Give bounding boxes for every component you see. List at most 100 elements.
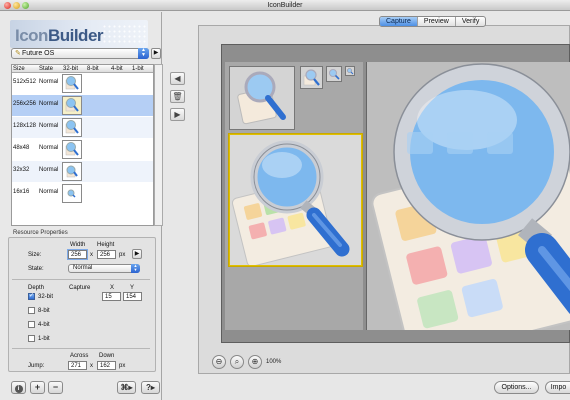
- cell-256-selected[interactable]: [229, 134, 362, 267]
- capture-y-label: Y: [130, 285, 135, 291]
- app-logo: IconBuilder: [10, 20, 148, 48]
- cell-48[interactable]: [300, 66, 323, 89]
- tab-preview[interactable]: Preview: [418, 17, 456, 26]
- col-size[interactable]: Size: [13, 65, 25, 73]
- col-1bit[interactable]: 1-bit: [132, 65, 144, 73]
- magnifier-icon: ⌕: [234, 357, 240, 366]
- table-row[interactable]: 16x16 Normal: [12, 183, 153, 204]
- pencil-icon: ✎: [15, 50, 21, 57]
- row-state: Normal: [39, 123, 59, 129]
- help-menu-icon: ?▸: [146, 383, 155, 392]
- move-right-button[interactable]: ▶: [170, 108, 185, 121]
- tab-verify[interactable]: Verify: [456, 17, 486, 26]
- cell-512[interactable]: [229, 66, 295, 130]
- tab-capture[interactable]: Capture: [380, 17, 418, 26]
- resource-table: Size State 32-bit 8-bit 4-bit 1-bit 512x…: [11, 64, 163, 226]
- delete-button[interactable]: 🗑: [170, 90, 185, 103]
- unit-label: px: [119, 252, 126, 258]
- minimize-window-button[interactable]: [13, 2, 20, 9]
- os-next-button[interactable]: ▶: [151, 48, 161, 59]
- info-icon: i: [14, 385, 23, 393]
- row-size: 48x48: [13, 145, 30, 151]
- arrow-left-icon: ◀: [174, 74, 181, 83]
- remove-button[interactable]: −: [48, 381, 63, 394]
- icon-thumbnail[interactable]: [62, 184, 82, 203]
- height-label: Height: [97, 242, 115, 248]
- trash-icon: 🗑: [172, 92, 183, 101]
- col-state[interactable]: State: [39, 65, 53, 73]
- import-button[interactable]: Impo: [545, 381, 570, 394]
- icon-thumbnail[interactable]: [62, 74, 82, 93]
- col-8bit[interactable]: 8-bit: [87, 65, 99, 73]
- row-size: 16x16: [13, 189, 30, 195]
- row-size: 128x128: [13, 123, 37, 129]
- capture-x-field[interactable]: 15: [102, 292, 121, 301]
- size-x-separator: x: [90, 252, 93, 258]
- across-label: Across: [70, 353, 89, 359]
- zoom-in-button[interactable]: ⊕: [248, 355, 262, 369]
- window-title: IconBuilder: [267, 2, 303, 9]
- capture-x-label: X: [110, 285, 115, 291]
- icon-thumbnail[interactable]: [62, 96, 82, 115]
- row-state: Normal: [39, 101, 59, 107]
- jump-x-separator: x: [90, 363, 93, 369]
- icon-thumbnail[interactable]: [62, 118, 82, 137]
- depth-8bit-label: 8-bit: [38, 308, 50, 314]
- size-next-button[interactable]: ▶: [132, 249, 142, 259]
- command-menu-icon: ⌘▸: [120, 383, 133, 392]
- height-field[interactable]: 256: [97, 250, 116, 259]
- depth-4bit-checkbox[interactable]: [28, 321, 35, 328]
- table-row[interactable]: 128x128 Normal: [12, 117, 153, 138]
- col-32bit[interactable]: 32-bit: [63, 65, 78, 73]
- width-field[interactable]: 256: [68, 250, 87, 259]
- row-size: 32x32: [13, 167, 30, 173]
- cell-32[interactable]: [326, 66, 342, 82]
- col-4bit[interactable]: 4-bit: [111, 65, 123, 73]
- depth-4bit-label: 4-bit: [38, 322, 50, 328]
- depth-32bit-label: 32-bit: [38, 294, 54, 300]
- arrow-right-icon: ▶: [174, 110, 181, 119]
- zoom-out-button[interactable]: ⊖: [212, 355, 226, 369]
- state-select[interactable]: Normal ▲ ▼: [68, 264, 140, 273]
- jump-across-field[interactable]: 271: [68, 361, 87, 370]
- command-menu-button[interactable]: ⌘▸: [117, 381, 136, 394]
- logo-text-bold: Builder: [47, 26, 104, 45]
- resource-properties-title: Resource Properties: [13, 230, 68, 236]
- info-button[interactable]: i: [11, 381, 26, 394]
- options-button[interactable]: Options...: [494, 381, 539, 394]
- table-row[interactable]: 48x48 Normal: [12, 139, 153, 160]
- view-tabs: Capture Preview Verify: [379, 16, 487, 27]
- zoom-fit-button[interactable]: ⌕: [230, 355, 244, 369]
- zoom-level: 100%: [266, 359, 282, 365]
- table-row[interactable]: 256x256 Normal: [12, 95, 153, 116]
- help-menu-button[interactable]: ?▸: [141, 381, 160, 394]
- row-state: Normal: [39, 79, 59, 85]
- minus-icon: −: [52, 382, 59, 392]
- depth-1bit-checkbox[interactable]: [28, 335, 35, 342]
- chevron-updown-icon: ▲ ▼: [131, 264, 140, 273]
- jump-unit-label: px: [119, 363, 126, 369]
- depth-8bit-checkbox[interactable]: [28, 307, 35, 314]
- logo-text-light: Icon: [15, 26, 48, 45]
- zoom-window-button[interactable]: [22, 2, 29, 9]
- table-row[interactable]: 32x32 Normal: [12, 161, 153, 182]
- os-select[interactable]: ✎ Future OS ▲ ▼: [11, 48, 149, 59]
- row-state: Normal: [39, 167, 59, 173]
- cell-16[interactable]: [345, 66, 355, 76]
- jump-down-field[interactable]: 162: [97, 361, 116, 370]
- row-state: Normal: [39, 189, 59, 195]
- width-label: Width: [70, 242, 86, 248]
- table-row[interactable]: 512x512 Normal: [12, 73, 153, 94]
- table-scrollbar[interactable]: [154, 64, 163, 226]
- title-bar: IconBuilder: [0, 0, 570, 11]
- move-left-button[interactable]: ◀: [170, 72, 185, 85]
- large-preview: [366, 62, 570, 360]
- icon-thumbnail[interactable]: [62, 162, 82, 181]
- capture-y-field[interactable]: 154: [123, 292, 142, 301]
- depth-32bit-checkbox[interactable]: ✓: [28, 293, 35, 300]
- table-header: Size State 32-bit 8-bit 4-bit 1-bit: [12, 65, 153, 73]
- row-state: Normal: [39, 145, 59, 151]
- close-window-button[interactable]: [4, 2, 11, 9]
- icon-thumbnail[interactable]: [62, 140, 82, 159]
- add-button[interactable]: +: [30, 381, 45, 394]
